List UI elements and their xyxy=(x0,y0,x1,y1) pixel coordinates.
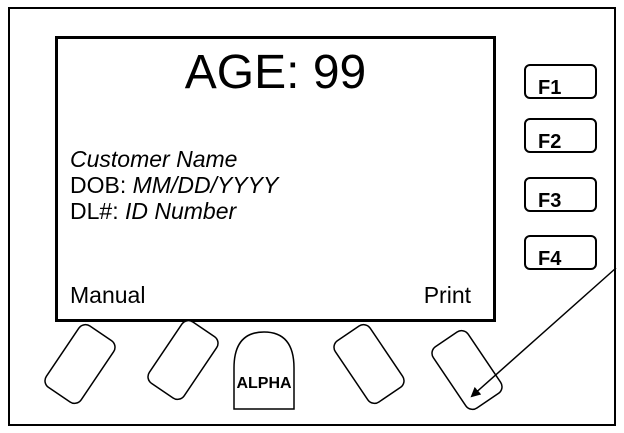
dob-label: DOB: xyxy=(70,172,127,198)
f4-key[interactable]: F4 xyxy=(524,235,597,270)
card-reader-device: AGE: 99 Customer Name DOB: MM/DD/YYYY DL… xyxy=(0,0,624,433)
dob-line: DOB: MM/DD/YYYY xyxy=(70,171,278,199)
dl-value: ID Number xyxy=(124,198,237,224)
softkey-print-label: Print xyxy=(423,282,471,308)
lcd-display: AGE: 99 Customer Name DOB: MM/DD/YYYY DL… xyxy=(55,36,496,322)
alpha-key[interactable] xyxy=(233,331,295,410)
f2-key[interactable]: F2 xyxy=(524,118,597,153)
softkey-manual-label: Manual xyxy=(70,282,146,308)
f3-key[interactable]: F3 xyxy=(524,177,597,212)
customer-name-text: Customer Name xyxy=(70,146,238,172)
dl-line: DL#: ID Number xyxy=(70,197,236,225)
age-readout: AGE: 99 xyxy=(184,46,367,99)
dl-label: DL#: xyxy=(70,198,119,224)
dob-value: MM/DD/YYYY xyxy=(132,172,279,198)
f1-key[interactable]: F1 xyxy=(524,64,597,99)
